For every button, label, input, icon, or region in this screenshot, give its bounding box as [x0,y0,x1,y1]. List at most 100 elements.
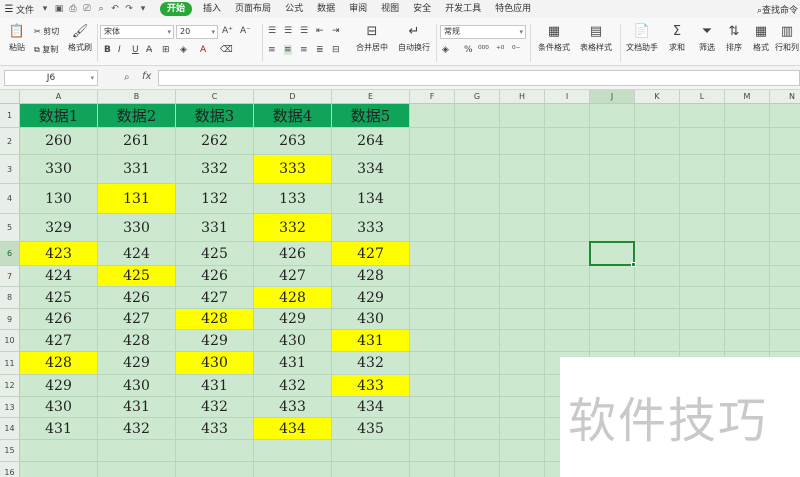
column-header-d[interactable]: D [254,90,332,104]
undo-icon[interactable]: ↶ [108,4,122,14]
tab-4[interactable]: 数据 [310,0,342,18]
header-cell[interactable]: 数据4 [254,104,331,127]
row-col-button[interactable]: ▥ 行和列 [774,22,800,53]
tab-9[interactable]: 特色应用 [488,0,538,18]
data-cell[interactable]: 429 [98,352,175,374]
align-right-icon[interactable]: ≡ [300,45,308,55]
highlighted-cell[interactable]: 428 [176,309,253,329]
data-cell[interactable]: 428 [332,266,409,286]
name-box[interactable]: J6 ▾ [4,70,98,86]
data-cell[interactable]: 426 [20,309,97,329]
data-cell[interactable]: 262 [176,128,253,154]
tab-3[interactable]: 公式 [278,0,310,18]
row-header-5[interactable]: 5 [0,214,20,242]
data-cell[interactable]: 133 [254,184,331,213]
data-cell[interactable]: 426 [176,266,253,286]
row-header-15[interactable]: 15 [0,440,20,462]
tab-0[interactable]: 开始 [160,2,193,16]
data-cell[interactable]: 431 [98,397,175,417]
indent-decrease-icon[interactable]: ⇤ [316,26,324,36]
file-menu[interactable]: 文件 [16,3,34,16]
thousands-icon[interactable]: ⁰⁰⁰ [478,45,489,55]
column-header-b[interactable]: B [98,90,176,104]
highlighted-cell[interactable]: 332 [254,214,331,241]
zoom-icon[interactable]: ⌕ [124,72,130,83]
format-button[interactable]: ▦ 格式 [748,22,774,53]
align-middle-icon[interactable]: ☰ [284,26,292,36]
data-cell[interactable]: 429 [20,375,97,396]
column-header-k[interactable]: K [635,90,680,104]
decrease-font-icon[interactable]: A⁻ [240,26,251,36]
border-icon[interactable]: ⊞ [162,45,170,55]
tab-8[interactable]: 开发工具 [438,0,488,18]
data-cell[interactable]: 432 [254,375,331,396]
increase-decimal-icon[interactable]: ⁺⁰ [496,45,504,55]
data-cell[interactable]: 427 [254,266,331,286]
column-header-e[interactable]: E [332,90,410,104]
align-center-icon[interactable]: ≡ [284,45,292,55]
tab-1[interactable]: 插入 [196,0,228,18]
column-header-l[interactable]: L [680,90,725,104]
header-cell[interactable]: 数据5 [332,104,409,127]
cut-button[interactable]: ✂ 剪切 [34,26,59,37]
strikethrough-icon[interactable]: A̶ [146,45,152,55]
data-cell[interactable]: 426 [254,242,331,265]
data-cell[interactable]: 430 [98,375,175,396]
data-cell[interactable]: 334 [332,155,409,183]
print-preview-icon[interactable]: ⌕ [94,4,108,14]
highlighted-cell[interactable]: 427 [332,242,409,265]
doc-assistant-button[interactable]: 📄 文档助手 [624,22,660,53]
indent-increase-icon[interactable]: ⇥ [332,26,340,36]
data-cell[interactable]: 333 [332,214,409,241]
data-cell[interactable]: 429 [176,330,253,351]
data-cell[interactable]: 433 [254,397,331,417]
align-left-icon[interactable]: ≡ [268,45,276,55]
table-style-button[interactable]: ▤ 表格样式 [576,22,616,53]
merge-center-button[interactable]: ⊟ 合并居中 [352,22,392,53]
copy-button[interactable]: ⧉ 复制 [34,44,58,55]
data-cell[interactable]: 431 [176,375,253,396]
save-icon[interactable]: ▣ [52,4,66,14]
data-cell[interactable]: 424 [98,242,175,265]
highlighted-cell[interactable]: 430 [176,352,253,374]
align-bottom-icon[interactable]: ☰ [300,26,308,36]
wrap-text-button[interactable]: ↵ 自动换行 [396,22,432,53]
active-cell-selection[interactable] [589,241,636,267]
highlighted-cell[interactable]: 431 [332,330,409,351]
highlighted-cell[interactable]: 423 [20,242,97,265]
data-cell[interactable]: 332 [176,155,253,183]
highlighted-cell[interactable]: 434 [254,418,331,439]
data-cell[interactable]: 132 [176,184,253,213]
search-command[interactable]: ⌕查找命令 [757,3,798,16]
tab-2[interactable]: 页面布局 [228,0,278,18]
data-cell[interactable]: 260 [20,128,97,154]
header-cell[interactable]: 数据1 [20,104,97,127]
data-cell[interactable]: 427 [98,309,175,329]
underline-icon[interactable]: U [132,45,139,55]
data-cell[interactable]: 261 [98,128,175,154]
column-header-h[interactable]: H [500,90,545,104]
row-header-6[interactable]: 6 [0,242,20,266]
data-cell[interactable]: 431 [20,418,97,439]
data-cell[interactable]: 430 [254,330,331,351]
fx-icon[interactable]: fx [142,71,151,82]
data-cell[interactable]: 425 [20,287,97,308]
row-header-13[interactable]: 13 [0,397,20,418]
header-cell[interactable]: 数据3 [176,104,253,127]
data-cell[interactable]: 425 [176,242,253,265]
highlighted-cell[interactable]: 131 [98,184,175,213]
data-cell[interactable]: 424 [20,266,97,286]
data-cell[interactable]: 432 [98,418,175,439]
row-header-8[interactable]: 8 [0,287,20,309]
clear-format-icon[interactable]: ⌫ [220,45,233,55]
data-cell[interactable]: 432 [332,352,409,374]
percent-icon[interactable]: % [464,45,473,55]
data-cell[interactable]: 329 [20,214,97,241]
font-name-select[interactable]: 宋体 ▾ [100,25,174,39]
tab-7[interactable]: 安全 [406,0,438,18]
data-cell[interactable]: 331 [176,214,253,241]
row-header-12[interactable]: 12 [0,375,20,397]
sort-button[interactable]: ⇅ 排序 [720,22,748,53]
data-cell[interactable]: 331 [98,155,175,183]
column-header-f[interactable]: F [410,90,455,104]
